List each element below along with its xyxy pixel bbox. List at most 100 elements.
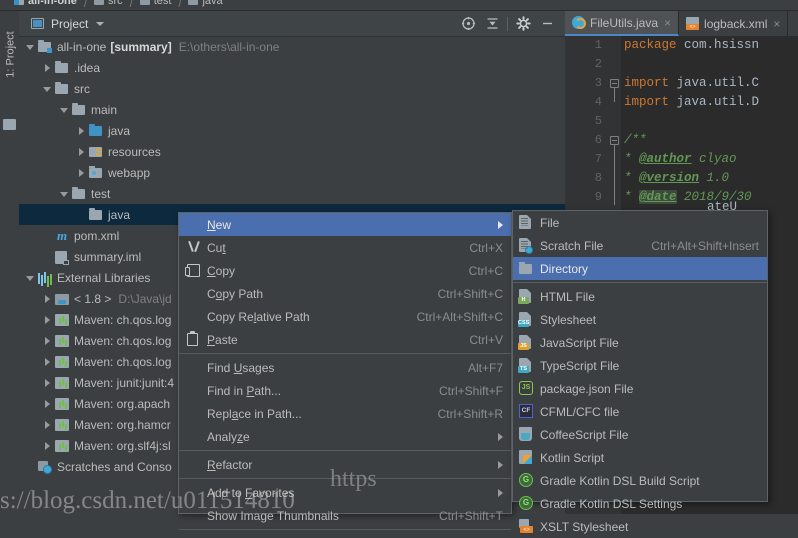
submenu-item-cfml-cfc-file[interactable]: CF CFML/CFC file bbox=[513, 400, 767, 423]
chevron-right-icon[interactable] bbox=[42, 335, 53, 346]
chevron-right-icon[interactable] bbox=[42, 398, 53, 409]
menu-item-copy[interactable]: Copy Ctrl+C bbox=[179, 259, 511, 282]
code-token: * bbox=[624, 171, 640, 185]
menu-icon-placeholder bbox=[187, 310, 203, 324]
menu-item-find-in-path[interactable]: Find in Path... Ctrl+Shift+F bbox=[179, 379, 511, 402]
breadcrumb[interactable]: all-in-one / src / test / java bbox=[0, 0, 798, 11]
indent-spacer bbox=[19, 382, 42, 383]
submenu-item-coffeescript-file[interactable]: CoffeeScript File bbox=[513, 423, 767, 446]
menu-item-copy-path[interactable]: Copy Path Ctrl+Shift+C bbox=[179, 282, 511, 305]
tree-row[interactable]: test bbox=[19, 183, 565, 204]
chevron-right-icon[interactable] bbox=[76, 125, 87, 136]
breadcrumb-item-src[interactable]: src bbox=[93, 0, 123, 10]
submenu-item-gradle-kotlin-dsl-build-script[interactable]: G Gradle Kotlin DSL Build Script bbox=[513, 469, 767, 492]
cut-icon bbox=[187, 241, 203, 255]
menu-item-paste[interactable]: Paste Ctrl+V bbox=[179, 328, 511, 351]
menu-item-label: Cut bbox=[207, 240, 226, 255]
chevron-right-icon[interactable] bbox=[42, 440, 53, 451]
chevron-down-icon[interactable] bbox=[59, 188, 70, 199]
tree-row[interactable]: all-in-one [summary] E:\others\all-in-one bbox=[19, 36, 565, 57]
file-type-badge: JS bbox=[518, 343, 529, 350]
chevron-down-icon[interactable] bbox=[96, 21, 105, 26]
chevron-right-icon[interactable] bbox=[42, 293, 53, 304]
breadcrumb-item-all-in-one[interactable]: all-in-one bbox=[14, 0, 77, 10]
close-icon[interactable]: × bbox=[773, 18, 780, 30]
menu-item-cut[interactable]: Cut Ctrl+X bbox=[179, 236, 511, 259]
collapse-all-icon[interactable] bbox=[480, 11, 504, 36]
chevron-right-icon[interactable] bbox=[76, 167, 87, 178]
chevron-right-icon[interactable] bbox=[42, 419, 53, 430]
code-token: java.util.D bbox=[676, 95, 760, 109]
fold-toggle-icon[interactable] bbox=[610, 136, 619, 145]
submenu-item-file[interactable]: File bbox=[513, 211, 767, 234]
breadcrumb-item-java[interactable]: java bbox=[188, 0, 223, 10]
cfml-icon: CF bbox=[519, 404, 533, 418]
folder-icon bbox=[72, 186, 85, 199]
chevron-down-icon[interactable] bbox=[25, 272, 36, 283]
submenu-item-directory[interactable]: Directory bbox=[513, 257, 767, 280]
external-libraries-icon bbox=[38, 272, 52, 284]
watermark-url: s://blog.csdn.net/u011514810 bbox=[0, 487, 295, 514]
submenu-item-html-file[interactable]: H HTML File bbox=[513, 285, 767, 308]
chevron-right-icon[interactable] bbox=[42, 62, 53, 73]
menu-item-new[interactable]: New bbox=[179, 213, 511, 236]
submenu-item-scratch-file[interactable]: Scratch File Ctrl+Alt+Shift+Insert bbox=[513, 234, 767, 257]
menu-item-shortcut: Ctrl+V bbox=[469, 332, 503, 347]
menu-item-copy-relative-path[interactable]: Copy Relative Path Ctrl+Alt+Shift+C bbox=[179, 305, 511, 328]
java-class-icon bbox=[572, 16, 586, 29]
chevron-right-icon[interactable] bbox=[42, 377, 53, 388]
chevron-right-icon[interactable] bbox=[42, 356, 53, 367]
tree-row[interactable]: src bbox=[19, 78, 565, 99]
submenu-item-javascript-file[interactable]: JS JavaScript File bbox=[513, 331, 767, 354]
submenu-item-gradle-kotlin-dsl-settings[interactable]: G Gradle Kotlin DSL Settings bbox=[513, 492, 767, 515]
menu-item-find-usages[interactable]: Find Usages Alt+F7 bbox=[179, 356, 511, 379]
breadcrumb-item-test[interactable]: test bbox=[139, 0, 171, 10]
submenu-item-stylesheet[interactable]: CSS Stylesheet bbox=[513, 308, 767, 331]
maven-lib-icon bbox=[55, 313, 69, 327]
gear-icon[interactable] bbox=[511, 11, 535, 36]
indent-spacer bbox=[19, 256, 42, 257]
chevron-right-icon[interactable] bbox=[76, 146, 87, 157]
tree-row[interactable]: main bbox=[19, 99, 565, 120]
mnemonic: o bbox=[215, 286, 223, 301]
chevron-right-icon bbox=[498, 488, 503, 497]
fold-toggle-icon[interactable] bbox=[610, 79, 619, 88]
folder-icon bbox=[55, 60, 69, 75]
submenu-item-label: HTML File bbox=[540, 289, 595, 304]
editor-tab-logback-xml[interactable]: logback.xml × bbox=[679, 11, 789, 36]
locate-icon[interactable] bbox=[456, 11, 480, 36]
chevron-down-icon[interactable] bbox=[59, 104, 70, 115]
structure-icon[interactable] bbox=[3, 119, 16, 130]
fold-range-bar bbox=[614, 88, 615, 102]
chevron-down-icon[interactable] bbox=[25, 41, 36, 52]
submenu-item-label: TypeScript File bbox=[540, 358, 620, 373]
submenu-item-kotlin-script[interactable]: Kotlin Script bbox=[513, 446, 767, 469]
menu-item-analyze[interactable]: Analyze bbox=[179, 425, 511, 448]
mnemonic: P bbox=[246, 383, 255, 398]
tree-row[interactable]: java bbox=[19, 120, 565, 141]
new-submenu[interactable]: File Scratch File Ctrl+Alt+Shift+Insert Dir… bbox=[512, 210, 768, 534]
tree-row[interactable]: webapp bbox=[19, 162, 565, 183]
chevron-right-icon bbox=[498, 220, 503, 229]
chevron-right-icon[interactable] bbox=[42, 314, 53, 325]
mnemonic: U bbox=[233, 360, 243, 375]
tree-row[interactable]: resources bbox=[19, 141, 565, 162]
maven-lib-icon bbox=[55, 334, 69, 348]
tree-row[interactable]: .idea bbox=[19, 57, 565, 78]
submenu-item-label: Kotlin Script bbox=[540, 450, 605, 465]
line-number: 1 bbox=[594, 38, 602, 52]
maven-pom-icon: m bbox=[55, 228, 69, 243]
js-file-icon: JS bbox=[518, 335, 534, 350]
code-line: * @author clyao bbox=[621, 150, 798, 169]
iml-file-icon bbox=[55, 250, 69, 265]
submenu-item-package.json-file[interactable]: JS package.json File bbox=[513, 377, 767, 400]
editor-tab-fileutils-java[interactable]: FileUtils.java × bbox=[565, 11, 680, 36]
submenu-item-typescript-file[interactable]: TS TypeScript File bbox=[513, 354, 767, 377]
hide-icon[interactable] bbox=[535, 11, 559, 36]
close-icon[interactable]: × bbox=[664, 17, 671, 29]
sidebar-item-project-tab[interactable]: 1: Project bbox=[2, 22, 21, 88]
submenu-item-xslt-stylesheet[interactable]: XSLT Stylesheet bbox=[513, 515, 767, 538]
menu-item-replace-in-path[interactable]: Replace in Path... Ctrl+Shift+R bbox=[179, 402, 511, 425]
chevron-down-icon[interactable] bbox=[42, 83, 53, 94]
